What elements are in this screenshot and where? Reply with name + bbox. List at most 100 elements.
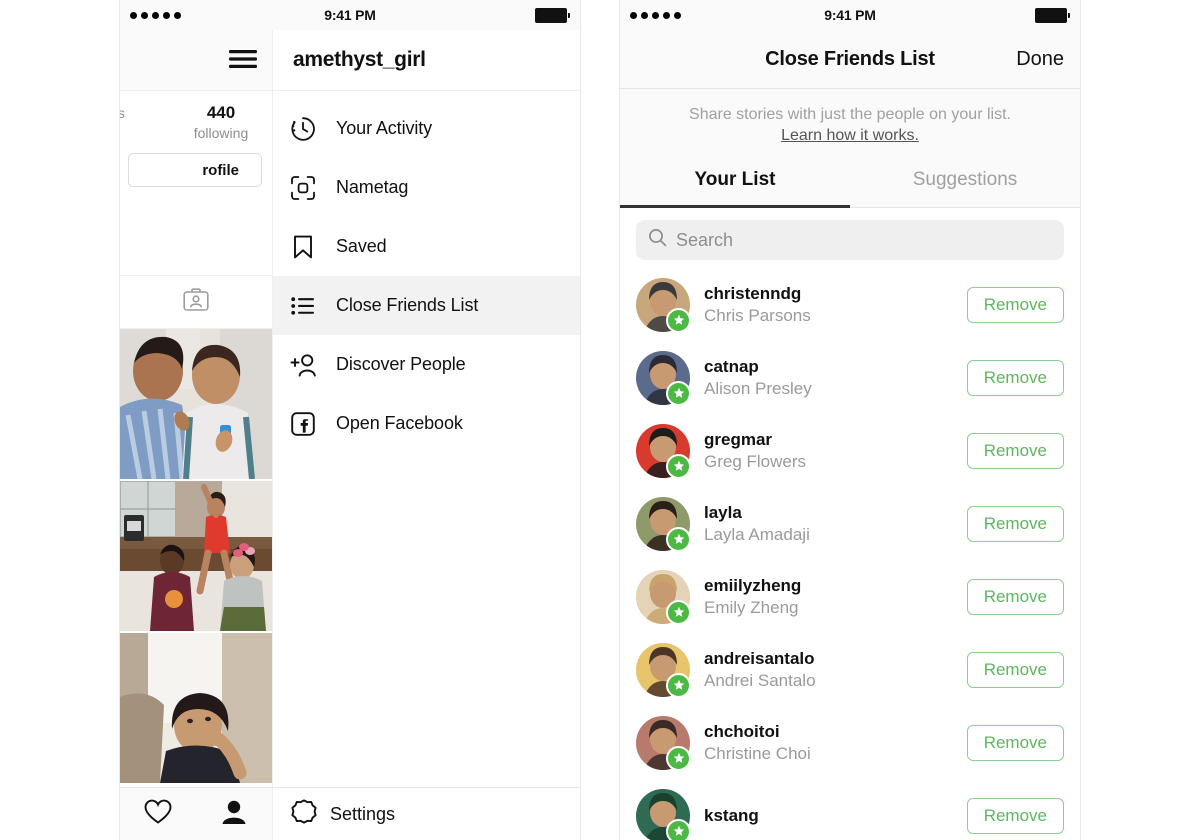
done-button[interactable]: Done	[1016, 48, 1064, 71]
avatar[interactable]	[636, 423, 691, 479]
search-container: Search	[620, 208, 1080, 268]
profile-tab-bar	[120, 787, 272, 840]
menu-item-label: Your Activity	[336, 118, 433, 138]
tab-your-list[interactable]: Your List	[620, 161, 850, 207]
search-input[interactable]: Search	[636, 220, 1064, 260]
status-bar-time: 9:41 PM	[824, 7, 876, 23]
close-friends-row[interactable]: andreisantalo Andrei Santalo Remove	[620, 633, 1080, 706]
menu-item-label: Open Facebook	[336, 413, 463, 433]
fullname: Greg Flowers	[704, 451, 807, 471]
fullname: Emily Zheng	[704, 597, 799, 617]
user-names: emiilyzheng Emily Zheng	[704, 575, 967, 619]
user-names: gregmar Greg Flowers	[704, 429, 967, 473]
menu-item-settings[interactable]: Settings	[273, 787, 580, 840]
fullname: Andrei Santalo	[704, 670, 816, 690]
add-person-icon	[290, 350, 324, 380]
avatar[interactable]	[636, 350, 691, 406]
close-friends-row[interactable]: catnap Alison Presley Remove	[620, 341, 1080, 414]
facebook-icon	[290, 409, 324, 439]
tagged-photos-tab[interactable]	[120, 276, 272, 329]
remove-button[interactable]: Remove	[966, 724, 1064, 761]
menu-item-saved[interactable]: Saved	[273, 217, 580, 276]
remove-button[interactable]: Remove	[966, 286, 1064, 323]
avatar[interactable]	[636, 569, 691, 625]
battery-full-icon	[1035, 7, 1070, 23]
active-tab-underline	[620, 205, 850, 208]
menu-item-discover-people[interactable]: Discover People	[273, 335, 580, 394]
username: emiilyzheng	[704, 575, 802, 595]
profile-slideout-menu: amethyst_girl Your Activity Nametag Save…	[272, 30, 580, 840]
remove-button[interactable]: Remove	[966, 359, 1064, 396]
nametag-icon	[290, 173, 324, 203]
close-friends-star-badge	[666, 526, 691, 552]
stat-followers-label: rs	[120, 105, 125, 121]
close-friends-row[interactable]: gregmar Greg Flowers Remove	[620, 414, 1080, 487]
menu-item-open-facebook[interactable]: Open Facebook	[273, 394, 580, 453]
heart-icon[interactable]	[144, 799, 172, 830]
close-friends-star-badge	[666, 307, 691, 333]
remove-button[interactable]: Remove	[966, 651, 1064, 688]
stat-following-count: 440	[206, 103, 236, 122]
stat-followers[interactable]: rs	[120, 103, 170, 123]
settings-label: Settings	[330, 803, 396, 824]
close-friends-row[interactable]: layla Layla Amadaji Remove	[620, 487, 1080, 560]
search-placeholder: Search	[676, 229, 734, 250]
remove-button[interactable]: Remove	[966, 578, 1064, 615]
username: layla	[704, 502, 742, 522]
close-friends-row[interactable]: kstang Remove	[620, 779, 1080, 840]
activity-clock-icon	[290, 114, 324, 144]
close-friends-row[interactable]: chchoitoi Christine Choi Remove	[620, 706, 1080, 779]
person-filled-icon[interactable]	[220, 799, 248, 830]
status-bar-left: 9:41 PM	[120, 0, 580, 30]
edit-profile-button[interactable]: rofile	[128, 153, 262, 187]
close-friends-star-badge	[666, 453, 691, 479]
username: catnap	[704, 356, 759, 376]
fullname: Alison Presley	[704, 378, 812, 398]
menu-item-your-activity[interactable]: Your Activity	[273, 99, 580, 158]
gear-icon	[290, 798, 318, 831]
avatar[interactable]	[636, 642, 691, 698]
avatar[interactable]	[636, 277, 691, 333]
username: kstang	[704, 805, 759, 825]
avatar[interactable]	[636, 496, 691, 552]
close-friends-tabs: Your List Suggestions	[620, 161, 1080, 208]
user-names: kstang	[704, 805, 967, 827]
stat-following[interactable]: 440 following	[170, 103, 272, 143]
profile-pane: rs 440 following rofile	[120, 30, 272, 840]
fullname: Layla Amadaji	[704, 524, 810, 544]
status-bar-right: 9:41 PM	[620, 0, 1080, 30]
close-friends-star-badge	[666, 745, 691, 771]
user-names: catnap Alison Presley	[704, 356, 967, 400]
menu-item-label: Discover People	[336, 354, 466, 374]
hamburger-menu-icon[interactable]	[228, 48, 258, 75]
user-names: christenndg Chris Parsons	[704, 283, 967, 327]
username: gregmar	[704, 429, 773, 449]
menu-item-close-friends-list[interactable]: Close Friends List	[273, 276, 580, 335]
menu-items-list: Your Activity Nametag Saved Close Friend…	[273, 91, 580, 453]
phone-left-profile-menu: 9:41 PM rs	[120, 0, 580, 840]
avatar[interactable]	[636, 788, 691, 840]
remove-button[interactable]: Remove	[966, 505, 1064, 542]
username: andreisantalo	[704, 648, 815, 668]
remove-button[interactable]: Remove	[966, 432, 1064, 469]
close-friends-row[interactable]: emiilyzheng Emily Zheng Remove	[620, 560, 1080, 633]
remove-button[interactable]: Remove	[966, 797, 1064, 834]
photo-family-kitchen[interactable]	[120, 481, 272, 633]
description-text: Share stories with just the people on yo…	[689, 106, 1011, 123]
tab-suggestions[interactable]: Suggestions	[850, 161, 1080, 207]
photo-woman-on-couch[interactable]	[120, 633, 272, 785]
page-title: Close Friends List	[765, 47, 935, 70]
avatar[interactable]	[636, 715, 691, 771]
user-names: layla Layla Amadaji	[704, 502, 967, 546]
learn-how-it-works-link[interactable]: Learn how it works.	[781, 127, 919, 145]
photo-two-friends-smiling[interactable]	[120, 329, 272, 481]
menu-item-nametag[interactable]: Nametag	[273, 158, 580, 217]
close-friends-star-badge	[666, 380, 691, 406]
stat-following-label: following	[193, 125, 249, 141]
tagged-photos-icon	[183, 287, 209, 317]
close-friends-list: christenndg Chris Parsons Remove catnap Alis…	[620, 268, 1080, 840]
close-friends-row[interactable]: christenndg Chris Parsons Remove	[620, 268, 1080, 341]
bookmark-icon	[290, 232, 324, 262]
close-friends-star-badge	[666, 599, 691, 625]
status-bar-time: 9:41 PM	[324, 7, 376, 23]
